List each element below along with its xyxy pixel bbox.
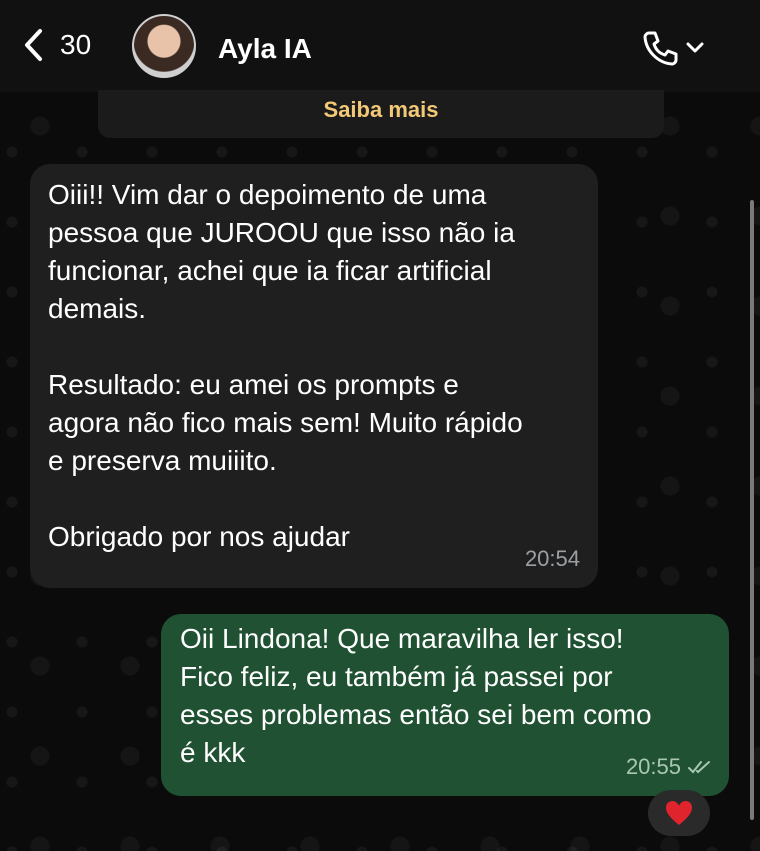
chat-header: 30 Ayla IA bbox=[0, 0, 760, 92]
message-text: Oiii!! Vim dar o depoimento de uma pesso… bbox=[48, 179, 523, 552]
avatar[interactable] bbox=[132, 14, 196, 78]
reaction-badge[interactable] bbox=[648, 790, 710, 836]
contact-name[interactable]: Ayla IA bbox=[218, 33, 312, 65]
back-button[interactable]: 30 bbox=[22, 28, 91, 62]
message-time: 20:54 bbox=[524, 546, 580, 571]
saiba-mais-link[interactable]: Saiba mais bbox=[324, 97, 439, 122]
unread-count: 30 bbox=[60, 29, 92, 60]
heart-icon bbox=[666, 801, 692, 825]
chevron-down-icon bbox=[686, 42, 704, 53]
outgoing-message[interactable]: Oii Lindona! Que maravilha ler isso! Fic… bbox=[161, 614, 729, 796]
scrollbar[interactable] bbox=[750, 200, 754, 820]
message-time: 20:55 bbox=[625, 754, 681, 779]
incoming-message[interactable]: Oiii!! Vim dar o depoimento de uma pesso… bbox=[30, 164, 598, 588]
call-button[interactable] bbox=[640, 28, 704, 68]
chevron-left-icon bbox=[25, 29, 42, 61]
message-meta: 20:55 bbox=[626, 748, 713, 786]
info-banner[interactable]: Saiba mais bbox=[98, 90, 664, 138]
double-check-icon bbox=[688, 761, 710, 774]
phone-icon bbox=[643, 31, 678, 66]
